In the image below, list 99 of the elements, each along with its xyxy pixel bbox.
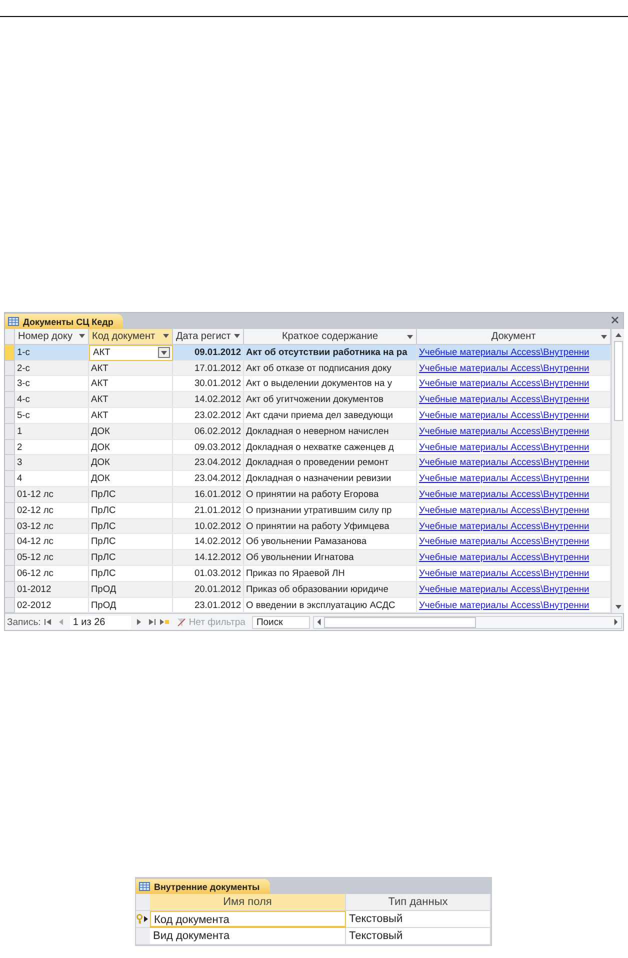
table-cell: АКТ [89, 360, 173, 376]
primary-key-icon [136, 914, 149, 924]
table-cell: 14.02.2012 [173, 392, 244, 408]
caret-icon [161, 350, 167, 355]
column-header[interactable]: Документ [417, 329, 611, 345]
column-header[interactable]: Номер доку [15, 329, 89, 345]
table-cell: 1-с [15, 344, 89, 361]
table-cell: 2-с [15, 360, 89, 376]
table-cell: ПрЛС [89, 550, 173, 566]
table-cell: ПрЛС [89, 486, 173, 503]
document-tab[interactable]: Документы СЦ Кедр [5, 314, 124, 329]
record-selector[interactable] [5, 440, 15, 456]
document-link[interactable]: Учебные материалы Access\Внутренни [419, 410, 590, 420]
table-icon [8, 317, 19, 326]
search-field[interactable]: Поиск [252, 616, 310, 629]
next-icon [134, 618, 144, 626]
table-cell: 10.02.2012 [173, 518, 244, 534]
table-cell: О принятии на работу Уфимцева [244, 518, 417, 534]
table-cell: ДОК [89, 455, 173, 472]
sort-icon [407, 335, 413, 339]
table-cell[interactable]: Вид документа [150, 928, 346, 946]
record-selector[interactable] [5, 344, 15, 361]
table-cell: 16.01.2012 [173, 486, 244, 503]
document-tab[interactable]: Внутренние документы [136, 879, 270, 894]
first-icon [44, 618, 54, 626]
table-cell: 06.02.2012 [173, 424, 244, 440]
table-cell: АКТ [89, 392, 173, 408]
record-selector[interactable] [5, 566, 15, 582]
new-record-icon [160, 618, 170, 626]
document-link[interactable]: Учебные материалы Access\Внутренни [419, 378, 590, 388]
corner-cell [136, 894, 150, 912]
document-link[interactable]: Учебные материалы Access\Внутренни [419, 442, 590, 452]
record-position[interactable]: 1 из 26 [70, 616, 131, 629]
record-selector[interactable] [5, 598, 15, 614]
record-selector[interactable] [5, 424, 15, 440]
sort-icon [79, 334, 85, 338]
record-selector[interactable] [5, 502, 15, 519]
table-cell: 20.01.2012 [173, 582, 244, 598]
table-cell: Акт об отсутствии работника на ра [244, 344, 417, 361]
column-header[interactable]: Код документ [89, 329, 173, 345]
table-cell: О принятии на работу Егорова [244, 486, 417, 503]
record-selector[interactable] [5, 376, 15, 392]
filter-icon [176, 618, 186, 627]
table-cell: ДОК [89, 424, 173, 440]
sort-icon [234, 334, 240, 338]
record-selector[interactable] [5, 486, 15, 503]
table-cell[interactable]: Код документа [150, 911, 346, 928]
table-cell: Акт об отказе от подписания доку [244, 360, 417, 376]
record-selector[interactable] [5, 534, 15, 550]
table-cell: Приказ об образовании юридиче [244, 582, 417, 598]
document-link[interactable]: Учебные материалы Access\Внутренни [419, 473, 590, 484]
scroll-thumb[interactable] [614, 341, 622, 421]
record-selector[interactable] [5, 471, 15, 487]
column-header[interactable]: Краткое содержание [244, 329, 417, 345]
table-cell: Текстовый [346, 911, 491, 928]
last-icon [147, 618, 156, 626]
table-cell: 17.01.2012 [173, 360, 244, 376]
table-cell: Докладная о проведении ремонт [244, 455, 417, 472]
close-icon [611, 316, 619, 324]
record-selector[interactable] [5, 392, 15, 408]
record-selector[interactable] [5, 455, 15, 472]
document-link[interactable]: Учебные материалы Access\Внутренни [419, 504, 590, 515]
table-cell: 01-12 лс [15, 486, 89, 503]
corner-cell [5, 329, 15, 345]
table-cell: Докладная о неверном начислен [244, 424, 417, 440]
table-cell: 01-2012 [15, 582, 89, 598]
table-cell: 4-с [15, 392, 89, 408]
table-cell: 23.04.2012 [173, 455, 244, 472]
table-icon [139, 882, 150, 892]
table-cell: 05-12 лс [15, 550, 89, 566]
table-cell: 3 [15, 455, 89, 472]
table-cell: Об увольнении Игнатова [244, 550, 417, 566]
sort-icon [601, 335, 607, 339]
record-selector[interactable] [5, 550, 15, 566]
column-header[interactable]: Дата регист [173, 329, 244, 345]
record-label: Запись: [7, 616, 41, 628]
document-link[interactable]: Учебные материалы Access\Внутренни [419, 600, 590, 610]
combo-box[interactable]: АКТ [89, 344, 173, 361]
record-selector[interactable] [5, 360, 15, 376]
row-selector[interactable] [136, 911, 150, 928]
column-header[interactable]: Тип данных [346, 894, 491, 912]
table-cell: 09.01.2012 [173, 344, 244, 361]
table-cell: ПрЛС [89, 518, 173, 534]
vertical-scrollbar[interactable] [611, 329, 624, 614]
column-header[interactable]: Имя поля [150, 894, 346, 912]
table-cell: 03-12 лс [15, 518, 89, 534]
document-link[interactable]: Учебные материалы Access\Внутренни [419, 568, 590, 578]
table-cell: 14.12.2012 [173, 550, 244, 566]
sort-icon [163, 334, 169, 338]
record-selector[interactable] [5, 518, 15, 534]
record-selector[interactable] [5, 408, 15, 424]
horizontal-scrollbar[interactable] [313, 616, 622, 629]
document-link[interactable]: Учебные материалы Access\Внутренни [419, 536, 590, 546]
table-cell: Акт об угитчожении документов [244, 392, 417, 408]
table-cell: 1 [15, 424, 89, 440]
table-cell: Текстовый [346, 928, 491, 946]
table-cell: ПрОД [89, 582, 173, 598]
dropdown-button[interactable] [158, 347, 170, 358]
record-selector[interactable] [5, 582, 15, 598]
